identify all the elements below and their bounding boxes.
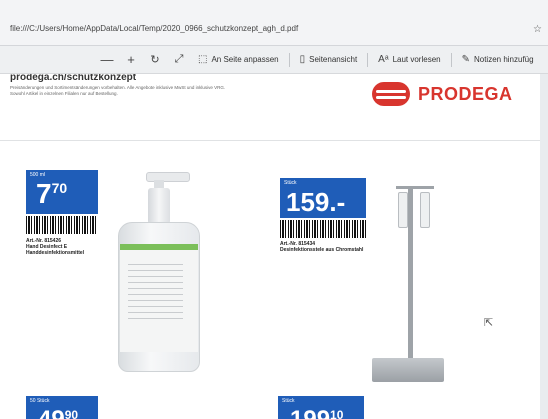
prodega-logo: PRODEGA [372,82,513,106]
barcode [280,220,366,238]
pdf-toolbar: — + ↻ ⤢ ⬚ An Seite anpassen ▯ Seitenansi… [0,46,548,74]
price-unit: Stück [284,180,297,186]
price-value: 4990 [38,406,79,419]
favorite-star-icon[interactable]: ☆ [533,24,542,35]
page-view-button[interactable]: ▯ Seitenansicht [300,54,358,65]
pen-icon: ✎ [461,54,470,65]
bottle-pump [146,172,190,182]
toolbar-divider [367,52,369,67]
add-notes-button[interactable]: ✎ Notizen hinzufüg [462,54,534,65]
read-aloud-icon: Aᵃ [378,54,389,65]
price-tag-bottom-left: 50 Stück 4990 [26,396,98,419]
price-tag-disinfection-stand: Stück 159.- [280,178,366,218]
dispenser-left [398,192,408,228]
price-unit: Stück [282,398,295,404]
mouse-cursor-icon: ⇱ [484,317,494,329]
page-header: prodega.ch/schutzkonzept [10,74,137,83]
fit-page-button[interactable]: ⬚ An Seite anpassen [198,54,279,65]
price-value: 770 [36,178,68,209]
page-subtext: Preisänderungen und Sortimentsänderungen… [10,85,310,97]
fit-page-icon: ⬚ [198,54,208,65]
address-bar[interactable]: file:///C:/Users/Home/AppData/Local/Temp… [0,0,548,46]
barcode [26,216,98,234]
prodega-logo-text: PRODEGA [418,83,513,104]
article-info: Art.-Nr. 815426 Hand Desinfect E Handdes… [26,238,84,256]
page-view-icon: ▯ [299,54,306,65]
toolbar-divider [288,52,290,67]
bottle-neck [148,188,170,224]
toolbar-divider [450,52,452,67]
stand-pole [408,188,413,358]
minus-icon[interactable]: — [98,52,116,67]
rotate-icon[interactable]: ↻ [146,53,164,66]
read-aloud-button[interactable]: Aᵃ Laut vorlesen [378,54,440,65]
url-text[interactable]: file:///C:/Users/Home/AppData/Local/Temp… [10,24,298,33]
price-unit: 50 Stück [30,398,50,404]
page-view-label: Seitenansicht [309,55,358,64]
stand-crossbar [396,186,434,189]
pdf-page[interactable]: prodega.ch/schutzkonzept Preisänderungen… [0,74,540,419]
expand-icon[interactable]: ⤢ [170,53,188,66]
fit-page-label: An Seite anpassen [211,55,279,64]
product-name: Desinfektionsstele aus Chromstahl [280,247,364,253]
bottle-label [120,244,198,352]
article-info: Art.-Nr. 815434 Desinfektionsstele aus C… [280,241,363,253]
dispenser-right [420,192,430,228]
price-tag-bottom-right: Stück 19910 [278,396,364,419]
price-tag-hand-desinfect: 500 ml 770 [26,170,98,214]
add-notes-label: Notizen hinzufüg [473,55,534,64]
subtext-line-2: Sowohl Artikel in einzelnen Filialen nur… [10,91,118,96]
product-description: Handdesinfektionsmittel [26,250,85,256]
price-value: 159.- [286,187,346,217]
price-value: 19910 [290,406,344,419]
plus-icon[interactable]: + [122,52,140,67]
page-divider [0,140,540,141]
read-aloud-label: Laut vorlesen [392,55,441,64]
prodega-logo-mark [372,82,410,106]
stand-base [372,358,444,382]
